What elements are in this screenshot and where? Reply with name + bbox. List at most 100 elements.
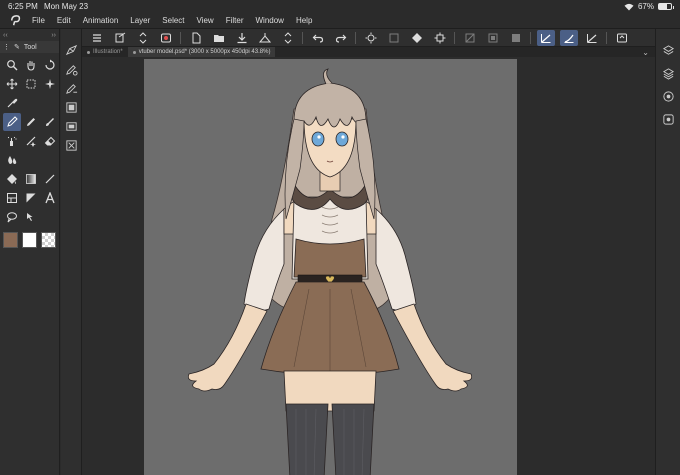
- left-stocking: [285, 403, 329, 475]
- tab-illustration[interactable]: Illustration*: [82, 47, 128, 57]
- menu-view[interactable]: View: [197, 16, 214, 25]
- collapse-left-icon[interactable]: ‹‹: [3, 32, 8, 39]
- pen-small-icon: ✎: [14, 44, 20, 51]
- battery-level: [659, 4, 668, 9]
- export-icon[interactable]: [256, 30, 274, 46]
- menu-filter[interactable]: Filter: [226, 16, 244, 25]
- canvas-area[interactable]: [82, 57, 655, 475]
- color-swatches: [0, 226, 59, 254]
- brush-icon[interactable]: [41, 113, 59, 131]
- tab-dot-icon: [132, 50, 136, 54]
- figure-icon[interactable]: [41, 170, 59, 188]
- collapse-right-icon[interactable]: ››: [51, 32, 56, 39]
- fill-command-icon[interactable]: [408, 30, 426, 46]
- layer-property-panel-icon[interactable]: [661, 43, 675, 57]
- decoration-icon[interactable]: [22, 132, 40, 150]
- cut-icon[interactable]: [385, 30, 403, 46]
- correct-line-icon[interactable]: [22, 208, 40, 226]
- right-eye: [335, 131, 349, 147]
- balloon-icon[interactable]: [3, 208, 21, 226]
- rotate-icon[interactable]: [41, 56, 59, 74]
- command-separator: [355, 31, 356, 44]
- menu-dots-icon[interactable]: ⋮: [3, 43, 10, 51]
- layers-icon[interactable]: [661, 66, 675, 80]
- tab-dot-icon: [87, 50, 90, 54]
- menu-layer[interactable]: Layer: [130, 16, 150, 25]
- menu-animation[interactable]: Animation: [83, 16, 119, 25]
- snap-special-ruler-icon[interactable]: [560, 29, 578, 46]
- app-logo-icon[interactable]: [8, 14, 22, 28]
- battery-icon: [658, 3, 674, 10]
- snap-grid-icon[interactable]: [583, 30, 601, 46]
- blend-icon[interactable]: [3, 151, 21, 169]
- menu-icon[interactable]: [88, 30, 106, 46]
- menu-select[interactable]: Select: [162, 16, 184, 25]
- tab-vtuber-model[interactable]: vtuber model.psd* (3000 x 5000px 450dpi …: [127, 47, 276, 57]
- tool-empty-5: [41, 208, 59, 226]
- auto-select-icon[interactable]: [41, 75, 59, 93]
- material-icon[interactable]: [64, 138, 78, 152]
- swap-icon[interactable]: [134, 30, 152, 46]
- status-date: Mon May 23: [44, 2, 89, 11]
- bodice: [293, 238, 367, 278]
- sub-color-swatch[interactable]: [22, 232, 37, 248]
- color-wheel-icon[interactable]: [64, 100, 78, 114]
- menu-bar: File Edit Animation Layer Select View Fi…: [0, 13, 680, 29]
- sub-tool-detail-icon[interactable]: [64, 62, 78, 76]
- save-icon[interactable]: [233, 30, 251, 46]
- command-separator: [530, 31, 531, 44]
- right-panel-strip: [655, 29, 680, 475]
- pencil-icon[interactable]: [22, 113, 40, 131]
- deselect-icon[interactable]: [461, 30, 479, 46]
- sub-tool-strip: [61, 29, 82, 475]
- eyedropper-icon[interactable]: [3, 94, 21, 112]
- hand-icon[interactable]: [22, 56, 40, 74]
- fill-icon[interactable]: [3, 170, 21, 188]
- airbrush-icon[interactable]: [3, 132, 21, 150]
- status-right: 67%: [624, 2, 674, 11]
- invert-selection-icon[interactable]: [484, 30, 502, 46]
- companion-icon[interactable]: [613, 30, 631, 46]
- brush-size-icon[interactable]: [64, 81, 78, 95]
- menu-window[interactable]: Window: [256, 16, 284, 25]
- ruler-icon[interactable]: [22, 189, 40, 207]
- canvas[interactable]: [144, 59, 517, 475]
- open-folder-icon[interactable]: [210, 30, 228, 46]
- tool-grid: [0, 53, 59, 226]
- menu-file[interactable]: File: [32, 16, 45, 25]
- redo-icon[interactable]: [332, 30, 350, 46]
- record-icon[interactable]: [157, 30, 175, 46]
- stepper-icon[interactable]: [279, 30, 297, 46]
- transparent-color-swatch[interactable]: [41, 232, 56, 248]
- frame-icon[interactable]: [3, 189, 21, 207]
- layer-property-icon[interactable]: [64, 43, 78, 57]
- selection-icon[interactable]: [22, 75, 40, 93]
- text-icon[interactable]: [41, 189, 59, 207]
- navigator-icon[interactable]: [661, 89, 675, 103]
- battery-percent: 67%: [637, 2, 654, 11]
- pen-icon[interactable]: [3, 113, 21, 131]
- zoom-icon[interactable]: [3, 56, 21, 74]
- document-tabs: Illustration* vtuber model.psd* (3000 x …: [82, 47, 655, 57]
- tool-empty-4: [41, 151, 59, 169]
- new-canvas-icon[interactable]: [111, 30, 129, 46]
- undo-icon[interactable]: [309, 30, 327, 46]
- gradient-icon[interactable]: [22, 170, 40, 188]
- new-file-icon[interactable]: [187, 30, 205, 46]
- move-icon[interactable]: [3, 75, 21, 93]
- character-artwork: [187, 68, 473, 475]
- chevron-down-icon[interactable]: ⌄: [642, 48, 649, 57]
- snap-ruler-icon[interactable]: [537, 29, 555, 46]
- sub-view-icon[interactable]: [661, 112, 675, 126]
- left-forearm: [187, 303, 268, 392]
- menu-help[interactable]: Help: [296, 16, 312, 25]
- tool-empty-2: [41, 94, 59, 112]
- color-set-icon[interactable]: [64, 119, 78, 133]
- main-color-swatch[interactable]: [3, 232, 18, 248]
- clear-icon[interactable]: [362, 30, 380, 46]
- eraser-icon[interactable]: [41, 132, 59, 150]
- selection-fill-icon[interactable]: [507, 30, 525, 46]
- tool-panel-header: ⋮ ✎ Tool: [0, 41, 59, 53]
- menu-edit[interactable]: Edit: [57, 16, 71, 25]
- transform-icon[interactable]: [431, 30, 449, 46]
